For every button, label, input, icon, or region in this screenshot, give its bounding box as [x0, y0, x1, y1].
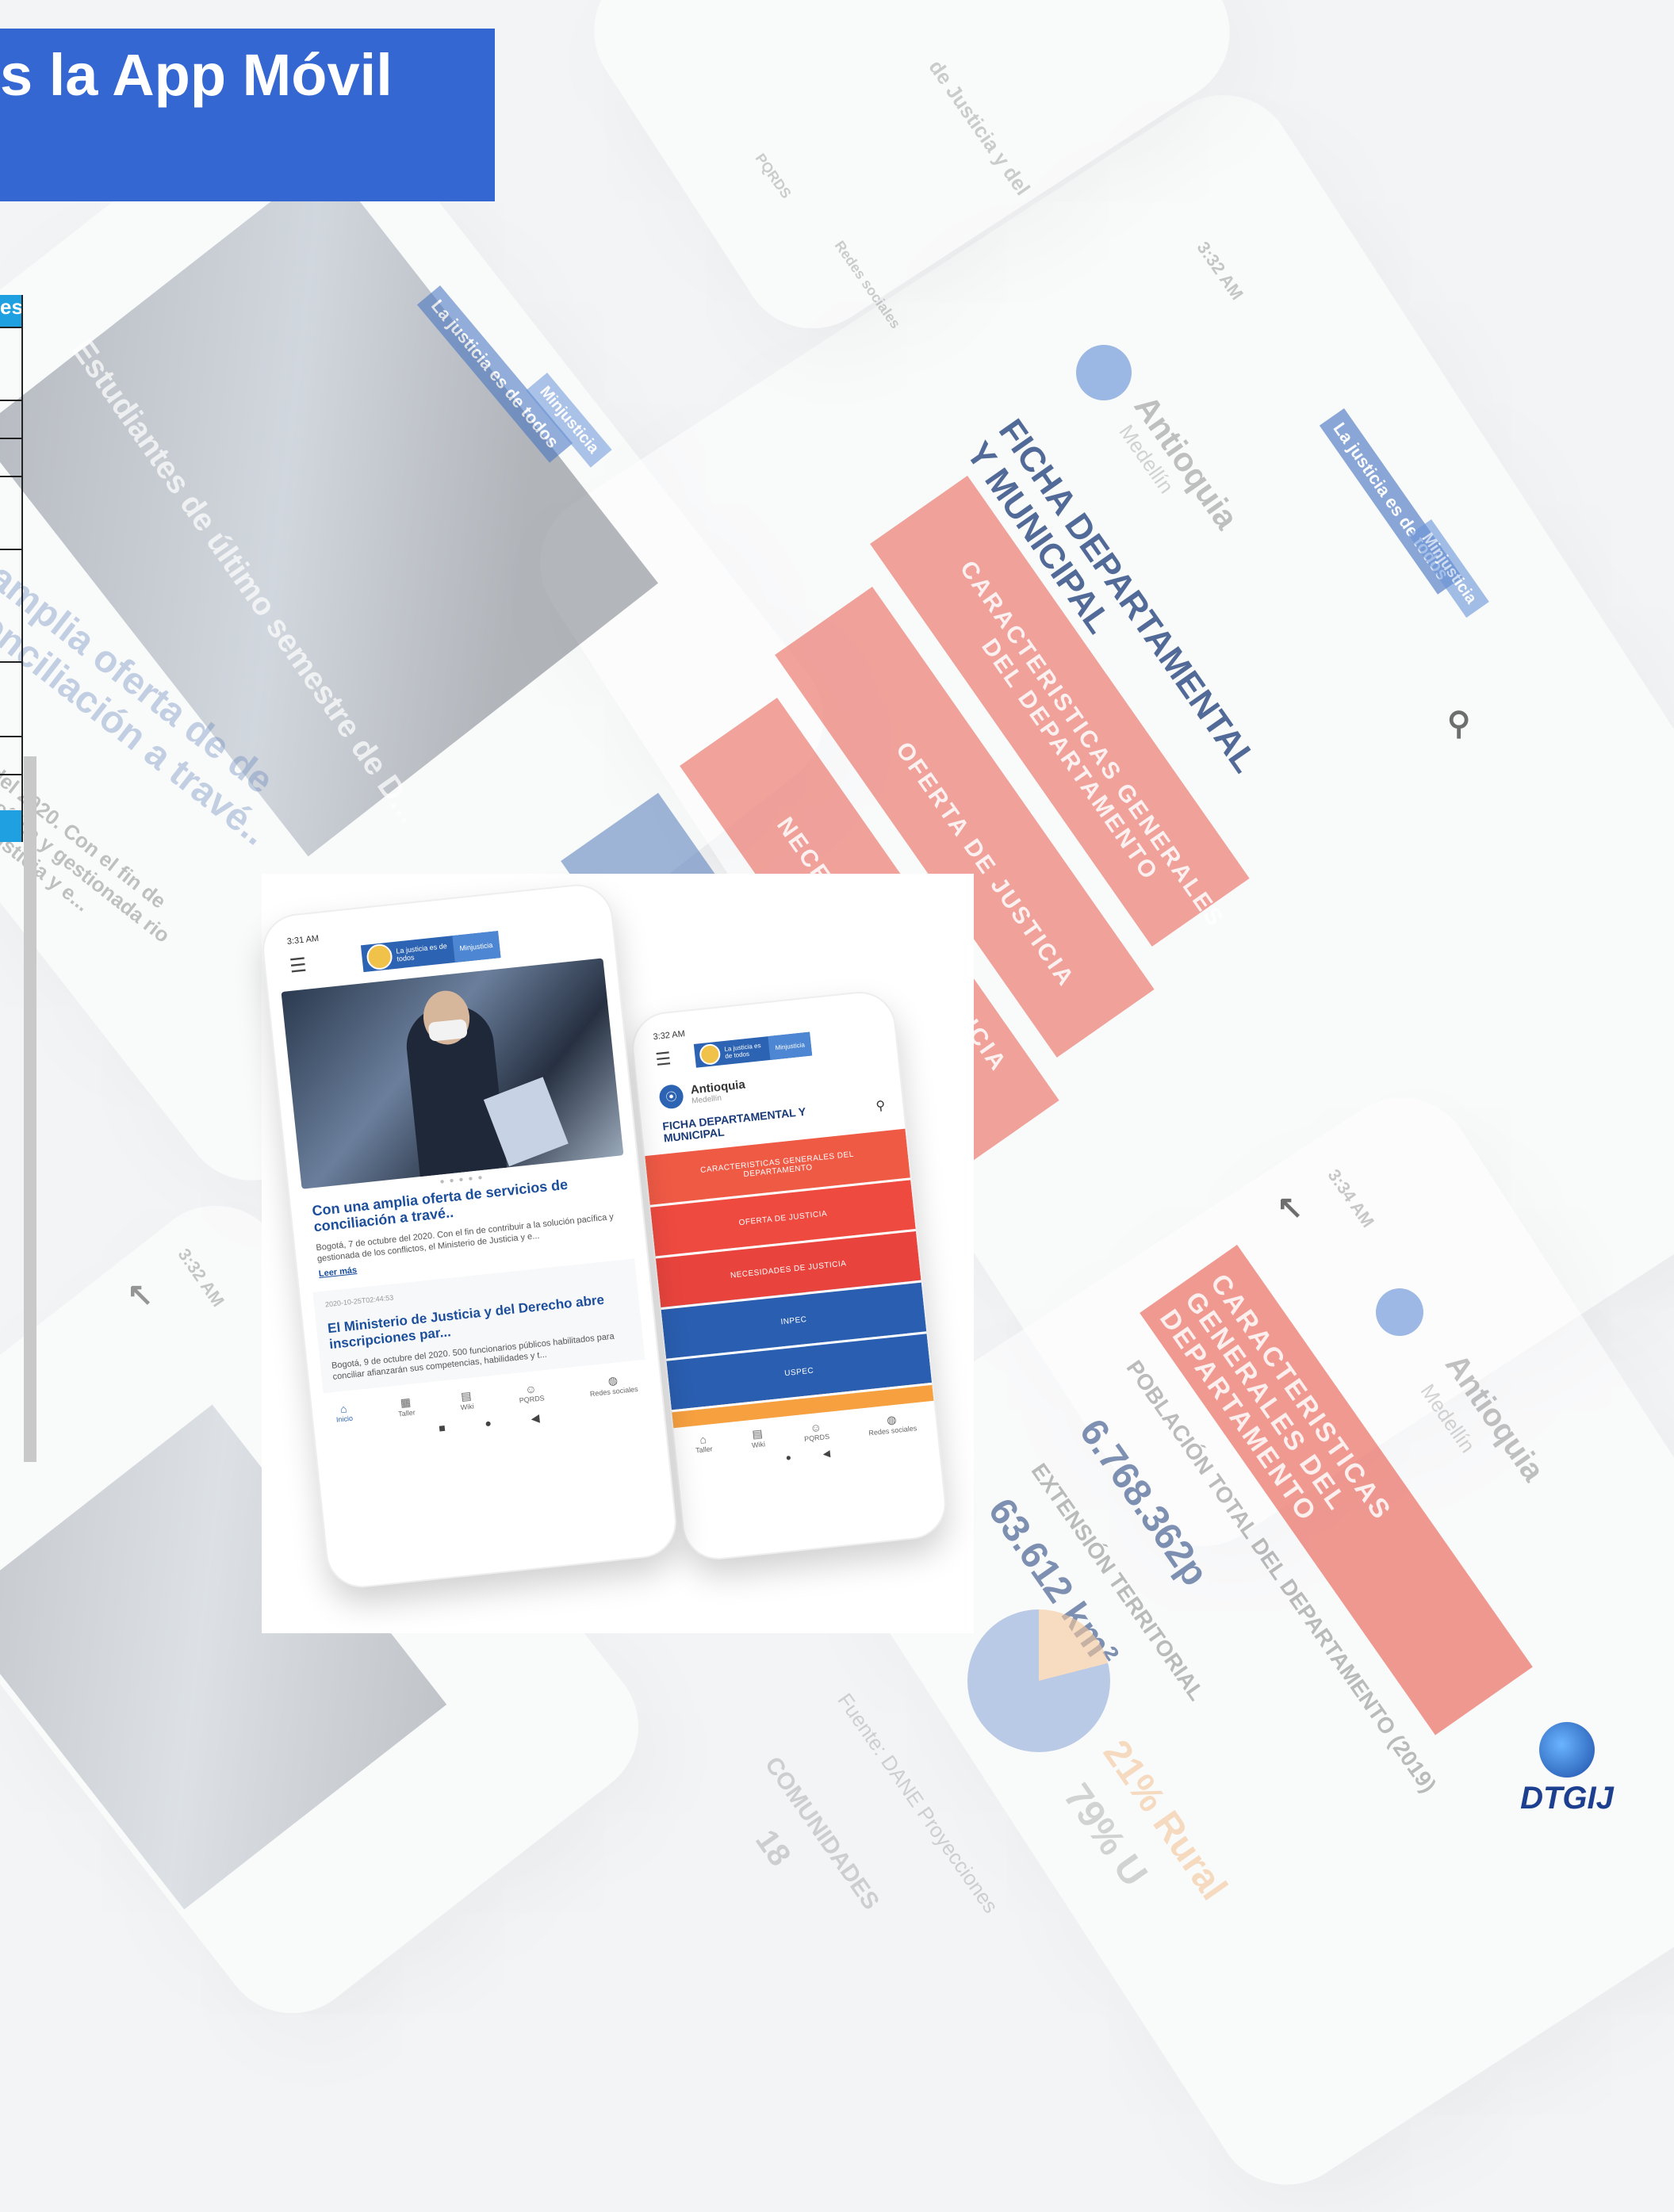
- bg-bottom-back-icon: ↖: [1277, 1190, 1304, 1225]
- nav-pqrds[interactable]: ☺ PQRDS: [518, 1381, 546, 1405]
- nav-taller[interactable]: ▦ Taller: [396, 1395, 416, 1418]
- table-row-divider: [0, 736, 21, 737]
- wiki-icon: ▤: [751, 1426, 764, 1441]
- brain-head-icon: [1539, 1722, 1595, 1778]
- bg-bottom-pie-chart: [967, 1609, 1110, 1752]
- bg-right-search-icon: ⚲: [1447, 706, 1471, 741]
- table-footer-cell: [0, 810, 21, 842]
- table-row-divider: [0, 476, 21, 477]
- bg-right-location-icon: [1076, 345, 1132, 400]
- page-title: s la App Móvil: [0, 42, 393, 108]
- back-triangle-icon[interactable]: ◀: [822, 1448, 831, 1460]
- coat-of-arms-icon: [698, 1043, 722, 1066]
- location-pin-icon: ⦿: [658, 1083, 685, 1110]
- table-row-divider: [0, 438, 21, 439]
- nav-inicio[interactable]: ⌂ Inicio: [335, 1402, 354, 1425]
- nav-wiki[interactable]: ▤ Wiki: [458, 1388, 474, 1411]
- table-row-divider: [0, 774, 21, 775]
- nav-taller[interactable]: ⌂ Taller: [694, 1432, 713, 1455]
- bg-bottom-left-back-icon: ↖: [127, 1277, 154, 1312]
- phone-ficha-departamental: 3:32 AM ☰ La justicia es de todos Minjus…: [628, 988, 950, 1563]
- wiki-icon: ▤: [460, 1388, 473, 1403]
- logo-left-text: La justicia es de todos: [395, 941, 448, 963]
- logo-right-text: Minjusticia: [451, 931, 501, 963]
- search-icon[interactable]: ⚲: [875, 1097, 887, 1114]
- speaker-mask: [427, 1018, 468, 1042]
- dtgij-logo-text: DTGIJ: [1520, 1781, 1614, 1816]
- scrollbar[interactable]: [24, 756, 36, 1462]
- coat-of-arms-icon: [365, 943, 393, 971]
- minjusticia-logo: La justicia es de todos Minjusticia: [360, 931, 501, 973]
- home-circle-icon[interactable]: ●: [485, 1416, 492, 1430]
- minjusticia-logo: La justicia es de todos Minjusticia: [693, 1031, 813, 1068]
- recent-apps-icon[interactable]: ■: [438, 1422, 446, 1436]
- table-row-divider: [0, 327, 21, 328]
- menu-icon[interactable]: ☰: [289, 953, 308, 978]
- table-header-cell: es: [0, 295, 21, 327]
- table-row-divider: [0, 400, 21, 401]
- logo-left-text: La justicia es de todos: [723, 1042, 761, 1060]
- app-preview-card: 3:32 AM ☰ La justicia es de todos Minjus…: [259, 874, 974, 1633]
- home-circle-icon[interactable]: ●: [785, 1452, 792, 1464]
- nav-wiki[interactable]: ▤ Wiki: [750, 1426, 766, 1449]
- logo-right-text: Minjusticia: [768, 1031, 813, 1061]
- bg-bottom-count: 18: [748, 1824, 798, 1873]
- back-triangle-icon[interactable]: ◀: [531, 1411, 540, 1426]
- nav-redes[interactable]: ◍ Redes sociales: [588, 1372, 638, 1399]
- nav-redes[interactable]: ◍ Redes sociales: [867, 1410, 917, 1437]
- table-row-divider: [0, 661, 21, 663]
- bg-bottom-location-icon: [1376, 1288, 1423, 1336]
- nav-pqrds[interactable]: ☺ PQRDS: [803, 1420, 830, 1444]
- menu-icon[interactable]: ☰: [654, 1048, 672, 1070]
- news-photo[interactable]: [281, 958, 624, 1189]
- table-row-divider: [0, 549, 21, 550]
- phone-news-home: 3:31 AM ☰ La justicia es de todos Minjus…: [259, 881, 680, 1591]
- dtgij-logo: DTGIJ: [1519, 1722, 1615, 1816]
- table-fragment: es: [0, 295, 23, 842]
